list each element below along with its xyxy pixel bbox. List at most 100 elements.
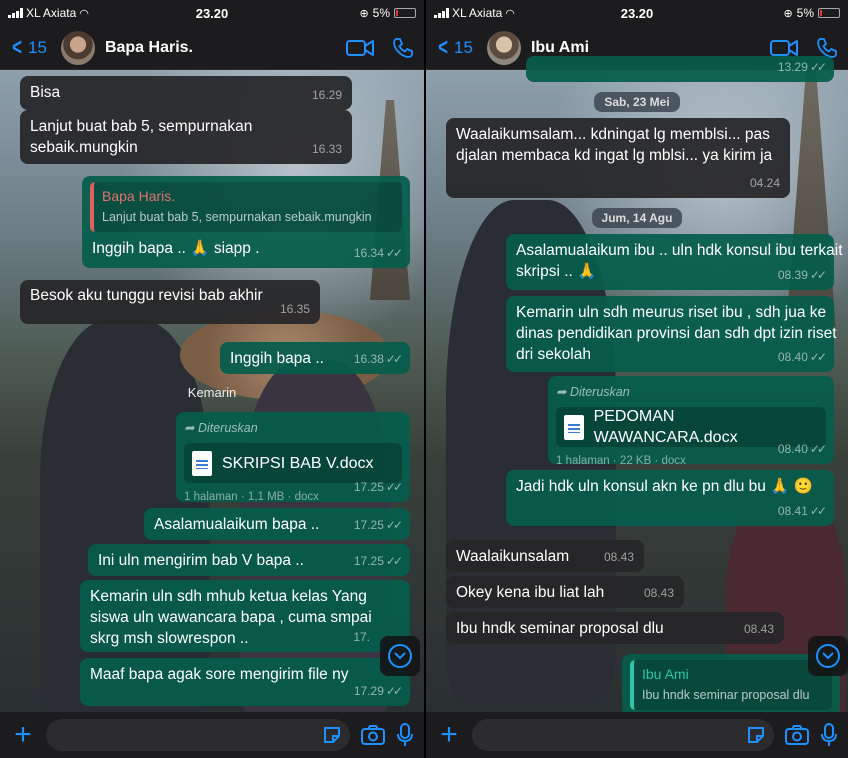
message-outgoing[interactable]: Maaf bapa agak sore mengirim file ny 17.… xyxy=(80,658,410,706)
battery-icon xyxy=(394,8,416,18)
wifi-icon: ◠ xyxy=(79,7,89,20)
alarm-icon: ⊕ xyxy=(783,7,793,20)
message-time: 08.43 xyxy=(643,586,674,600)
message-time: 13.29 ✓✓ xyxy=(777,60,827,74)
message-time: 17.29 ✓✓ xyxy=(353,684,403,698)
reply-quote[interactable]: Bapa Haris. Lanjut buat bab 5, sempurnak… xyxy=(90,182,402,232)
message-outgoing[interactable]: Asalamualaikum ibu .. uln hdk konsul ibu… xyxy=(506,234,843,290)
message-text: Okey kena ibu liat lah xyxy=(456,584,605,601)
message-incoming[interactable]: Lanjut buat bab 5, sempurnakan sebaik.mu… xyxy=(20,110,352,164)
message-incoming[interactable]: Besok aku tunggu revisi bab akhir 16.35 xyxy=(20,280,320,324)
message-incoming[interactable]: Waalaikumsalam... kdningat lg memblsi...… xyxy=(446,118,790,198)
date-separator: Jum, 14 Agu xyxy=(426,208,848,228)
plus-icon[interactable]: + xyxy=(10,720,36,750)
status-bar: XL Axiata ◠ 23.20 ⊕ 5% xyxy=(0,0,424,26)
message-text: Ibu hndk seminar proposal dlu xyxy=(456,620,664,637)
message-incoming[interactable]: Okey kena ibu liat lah 08.43 xyxy=(446,576,684,608)
message-input[interactable] xyxy=(46,719,350,751)
microphone-icon[interactable] xyxy=(396,723,414,747)
message-outgoing[interactable]: Kemarin uln sdh mhub ketua kelas Yang si… xyxy=(80,580,410,652)
chevron-down-icon xyxy=(816,644,840,668)
message-time: 08.43 xyxy=(603,550,634,564)
quote-text: Lanjut buat bab 5, sempurnakan sebaik.mu… xyxy=(102,210,372,224)
plus-icon[interactable]: + xyxy=(436,720,462,750)
message-outgoing[interactable]: Inggih bapa .. 16.38 ✓✓ xyxy=(220,342,410,374)
message-forwarded-file[interactable]: ➦ Diteruskan SKRIPSI BAB V.docx 1 halama… xyxy=(176,412,410,503)
read-ticks-icon: ✓✓ xyxy=(809,268,827,282)
scroll-to-bottom-button[interactable] xyxy=(808,636,848,676)
message-time: 16.34 ✓✓ xyxy=(353,246,403,260)
read-ticks-icon: ✓✓ xyxy=(385,684,403,698)
message-outgoing[interactable]: Ini uln mengirim bab V bapa .. 17.25 ✓✓ xyxy=(88,544,410,576)
composer-bar: + xyxy=(0,712,424,758)
quote-author: Ibu Ami xyxy=(642,666,689,682)
message-outgoing[interactable]: Jadi hdk uln konsul akn ke pn dlu bu 🙏 🙂… xyxy=(506,470,834,526)
read-ticks-icon: ✓✓ xyxy=(809,442,827,456)
composer-bar: + xyxy=(426,712,848,758)
avatar[interactable] xyxy=(486,30,521,65)
message-forwarded-file[interactable]: ➦ Diteruskan PEDOMAN WAWANCARA.docx 1 ha… xyxy=(548,376,834,467)
chat-header: < 15 Bapa Haris. xyxy=(0,26,424,70)
chat-panel-ibu-ami: XL Axiata ◠ 23.20 ⊕ 5% < 15 Ibu Ami 13.2… xyxy=(424,0,848,758)
message-incoming[interactable]: Bisa 16.29 xyxy=(20,76,352,110)
message-list[interactable]: 13.29 ✓✓ Sab, 23 Mei Waalaikumsalam... kd… xyxy=(426,56,848,716)
signal-icon xyxy=(434,8,449,18)
read-ticks-icon: ✓✓ xyxy=(385,518,403,532)
date-separator: Sab, 23 Mei xyxy=(426,92,848,112)
message-text: Bisa xyxy=(30,84,61,101)
message-time: 17. xyxy=(353,630,370,644)
message-text: Lanjut buat bab 5, sempurnakan sebaik.mu… xyxy=(30,118,253,156)
message-outgoing[interactable]: Kemarin uln sdh meurus riset ibu , sdh j… xyxy=(506,296,837,372)
forwarded-label: ➦ Diteruskan xyxy=(556,385,630,399)
wifi-icon: ◠ xyxy=(505,7,515,20)
sticker-icon[interactable] xyxy=(746,725,766,750)
video-call-icon[interactable] xyxy=(346,38,374,58)
chevron-left-icon: < xyxy=(12,33,22,61)
message-time: 08.40 ✓✓ xyxy=(777,442,827,456)
message-outgoing-reply[interactable]: Bapa Haris. Lanjut buat bab 5, sempurnak… xyxy=(82,176,410,268)
carrier-name: XL Axiata xyxy=(26,6,77,20)
message-time: 16.35 xyxy=(279,302,310,316)
document-icon xyxy=(564,414,584,440)
avatar[interactable] xyxy=(60,30,95,65)
back-button[interactable]: < 15 xyxy=(436,35,473,60)
microphone-icon[interactable] xyxy=(820,723,838,747)
reply-quote[interactable]: Ibu Ami Ibu hndk seminar proposal dlu xyxy=(630,660,832,710)
video-call-icon[interactable] xyxy=(770,38,798,58)
quote-author: Bapa Haris. xyxy=(102,188,176,204)
alarm-icon: ⊕ xyxy=(359,7,369,20)
unread-count: 15 xyxy=(454,37,473,57)
back-button[interactable]: < 15 xyxy=(10,33,47,61)
contact-name[interactable]: Bapa Haris. xyxy=(105,39,346,57)
document-icon xyxy=(192,450,212,476)
sticker-icon[interactable] xyxy=(322,725,342,750)
message-text: Besok aku tunggu revisi bab akhir xyxy=(30,287,263,304)
unread-count: 15 xyxy=(28,37,47,57)
read-ticks-icon: ✓✓ xyxy=(809,350,827,364)
message-list[interactable]: Bisa 16.29 Lanjut buat bab 5, sempurnaka… xyxy=(0,70,424,712)
message-time: 04.24 xyxy=(749,176,780,190)
read-ticks-icon: ✓✓ xyxy=(385,352,403,366)
scroll-to-bottom-button[interactable] xyxy=(380,636,420,676)
read-ticks-icon: ✓✓ xyxy=(809,504,827,518)
quote-text: Ibu hndk seminar proposal dlu xyxy=(642,688,810,702)
message-time: 16.33 xyxy=(311,142,342,156)
message-outgoing[interactable]: 13.29 ✓✓ xyxy=(526,56,834,82)
file-name: SKRIPSI BAB V.docx xyxy=(222,454,374,472)
camera-icon[interactable] xyxy=(784,724,810,746)
message-time: 17.25 ✓✓ xyxy=(353,480,403,494)
phone-call-icon[interactable] xyxy=(392,37,414,59)
message-text: Maaf bapa agak sore mengirim file ny xyxy=(90,666,349,683)
camera-icon[interactable] xyxy=(360,724,386,746)
chevron-down-icon xyxy=(388,644,412,668)
message-time: 08.41 ✓✓ xyxy=(777,504,827,518)
read-ticks-icon: ✓✓ xyxy=(385,554,403,568)
contact-name[interactable]: Ibu Ami xyxy=(531,39,770,57)
status-bar: XL Axiata ◠ 23.20 ⊕ 5% xyxy=(426,0,848,26)
signal-icon xyxy=(8,8,23,18)
message-incoming[interactable]: Waalaikunsalam 08.43 xyxy=(446,540,644,572)
message-time: 16.29 xyxy=(311,88,342,102)
message-input[interactable] xyxy=(472,719,774,751)
message-outgoing[interactable]: Asalamualaikum bapa .. 17.25 ✓✓ xyxy=(144,508,410,540)
message-incoming[interactable]: Ibu hndk seminar proposal dlu 08.43 xyxy=(446,612,784,644)
